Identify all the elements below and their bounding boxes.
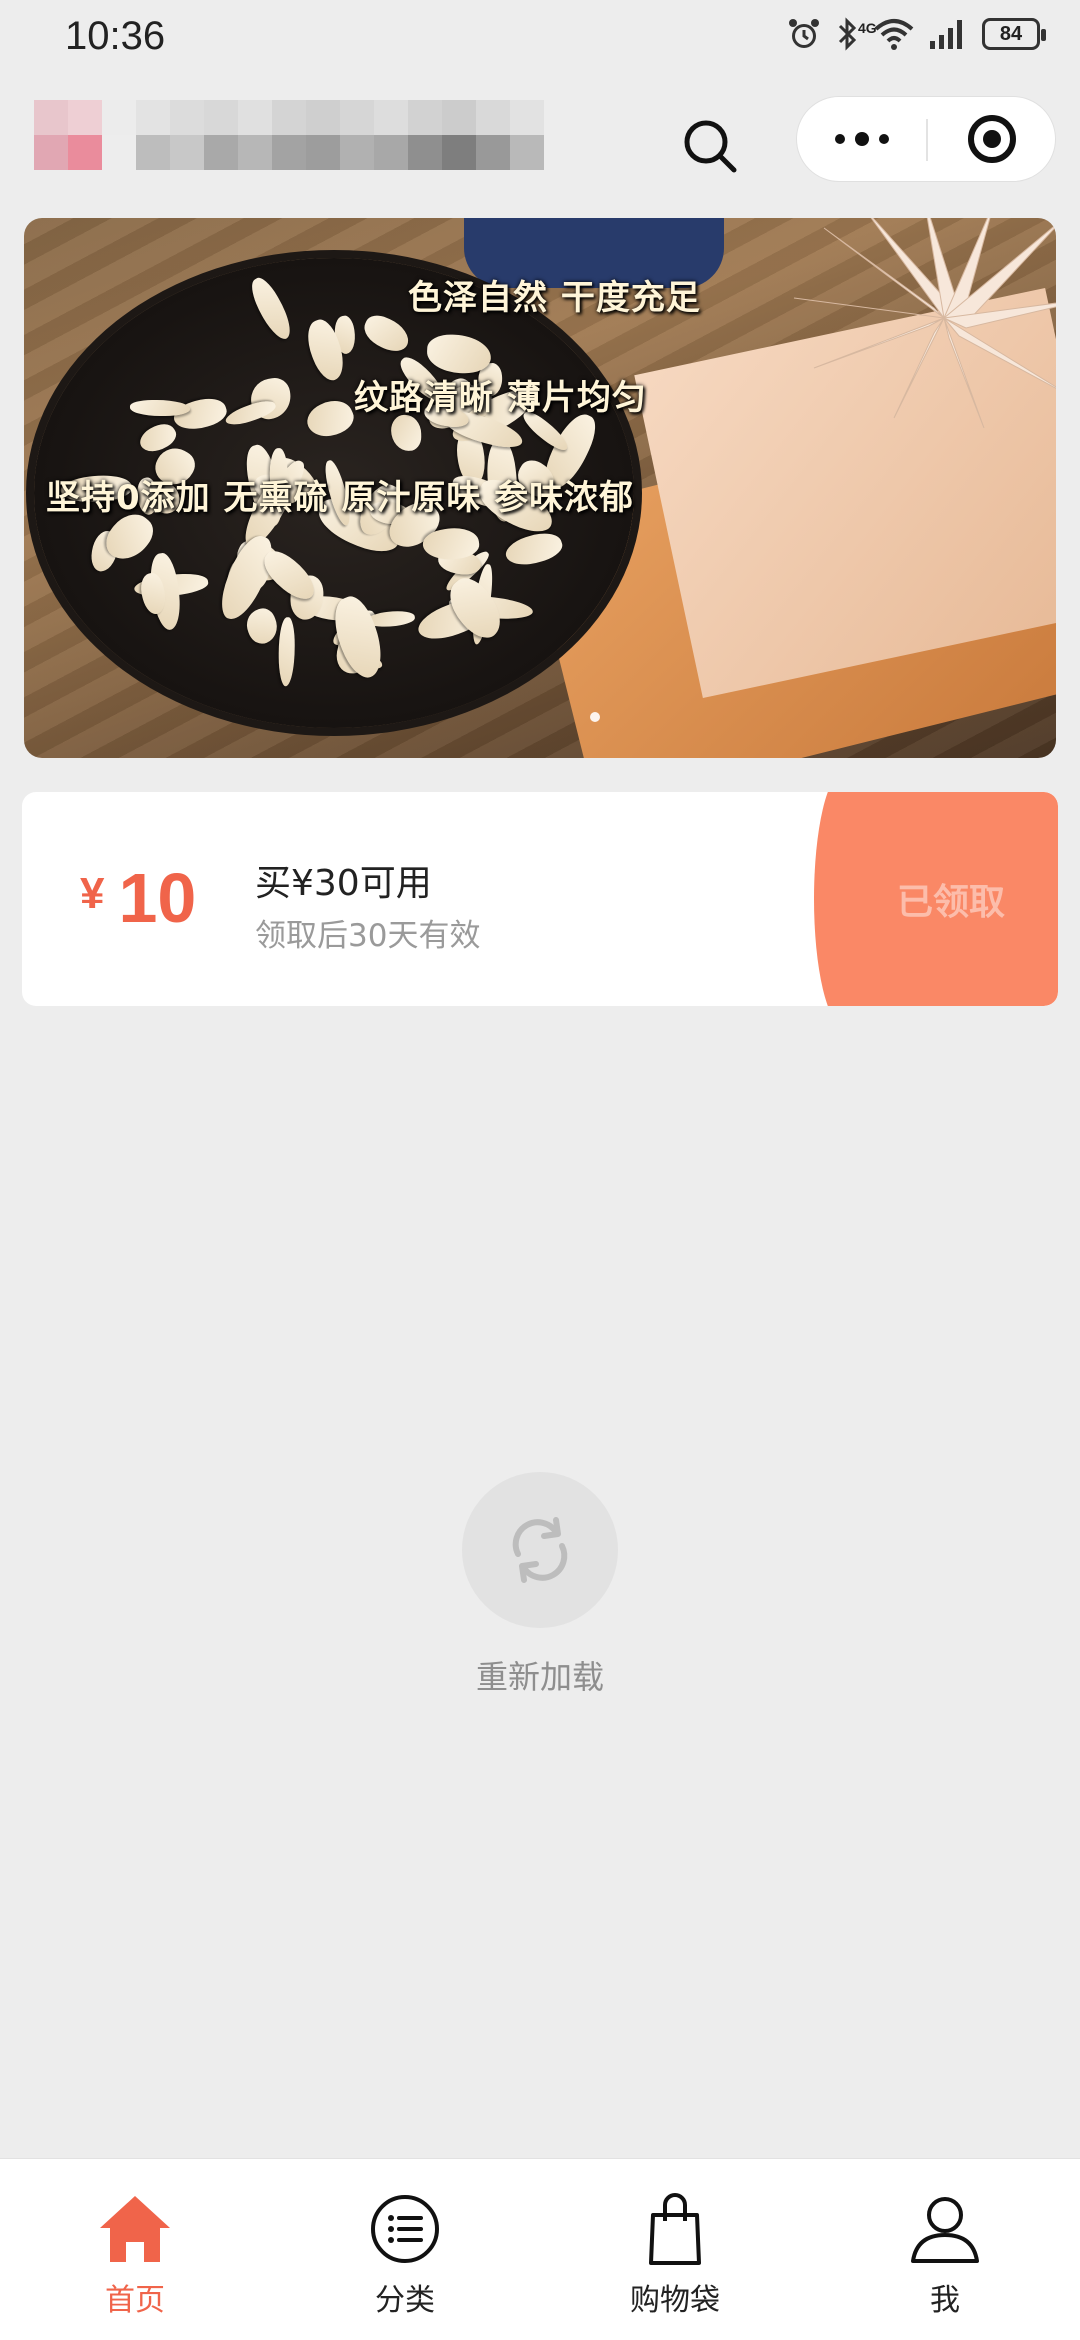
alarm-icon xyxy=(789,19,819,48)
coupon-validity: 领取后30天有效 xyxy=(255,918,481,954)
home-icon xyxy=(95,2189,175,2269)
brand-blur-pixel xyxy=(442,135,476,170)
coupon-amount: ¥ 10 xyxy=(80,858,196,938)
target-close-icon xyxy=(968,115,1016,163)
brand-blur-pixel xyxy=(136,100,170,135)
tab-me[interactable]: 我 xyxy=(810,2159,1080,2340)
banner-caption-1: 色泽自然 干度充足 xyxy=(408,278,701,318)
coupon-claim-label: 已领取 xyxy=(896,882,1005,923)
brand-blur-pixel xyxy=(476,135,510,170)
header-bar xyxy=(0,96,1080,196)
brand-blur-pixel xyxy=(374,100,408,135)
tab-shopping-bag[interactable]: 购物袋 xyxy=(540,2159,810,2340)
wifi-icon xyxy=(874,19,914,50)
brand-blur-pixel xyxy=(34,135,68,170)
tab-category-label: 分类 xyxy=(375,2283,435,2318)
reload-button[interactable] xyxy=(462,1472,618,1628)
brand-blur-pixel xyxy=(408,135,442,170)
brand-blur-pixel xyxy=(340,135,374,170)
brand-blur-pixel xyxy=(476,100,510,135)
brand-blur-pixel xyxy=(272,100,306,135)
bottom-tab-bar: 首页 分类 购物袋 我 xyxy=(0,2158,1080,2340)
brand-blur-pixel xyxy=(238,100,272,135)
banner-caption-2: 纹路清晰 薄片均匀 xyxy=(354,378,647,418)
battery-level: 84 xyxy=(999,22,1023,45)
brand-blur-pixel xyxy=(102,135,136,170)
brand-blur-pixel xyxy=(510,100,544,135)
tab-shopping-bag-label: 购物袋 xyxy=(630,2283,720,2318)
signal-icon xyxy=(930,20,962,49)
brand-blur-pixel xyxy=(340,100,374,135)
coupon-claim-button[interactable]: 已领取 xyxy=(814,792,1058,1006)
brand-blur-pixel xyxy=(170,135,204,170)
product-banner[interactable]: 色泽自然 干度充足 纹路清晰 薄片均匀 坚持0添加 无熏硫 原汁原味 参味浓郁 xyxy=(24,218,1056,758)
tab-category[interactable]: 分类 xyxy=(270,2159,540,2340)
status-bar: 10:36 4G 84 xyxy=(0,0,1080,80)
brand-blur-pixel xyxy=(306,100,340,135)
brand-blur-pixel xyxy=(408,100,442,135)
brand-blur-pixel xyxy=(204,135,238,170)
coupon-condition: 买¥30可用 xyxy=(255,863,432,904)
brand-logo-blurred xyxy=(34,100,544,170)
bluetooth-icon xyxy=(838,17,857,51)
brand-blur-pixel xyxy=(272,135,306,170)
brand-blur-pixel xyxy=(68,135,102,170)
person-icon xyxy=(905,2189,985,2269)
banner-page-indicator xyxy=(590,712,600,722)
tab-me-label: 我 xyxy=(930,2283,960,2318)
coupon-currency: ¥ xyxy=(80,869,105,918)
brand-blur-pixel xyxy=(68,100,102,135)
brand-blur-pixel xyxy=(442,100,476,135)
brand-blur-pixel xyxy=(136,135,170,170)
brand-blur-pixel xyxy=(510,135,544,170)
brand-blur-pixel xyxy=(374,135,408,170)
coupon-value: 10 xyxy=(118,859,197,937)
more-button[interactable] xyxy=(797,97,927,181)
more-dots-icon xyxy=(835,132,889,146)
list-icon xyxy=(365,2189,445,2269)
tab-home[interactable]: 首页 xyxy=(0,2159,270,2340)
search-icon xyxy=(684,120,737,173)
brand-blur-pixel xyxy=(34,100,68,135)
status-time: 10:36 xyxy=(65,14,166,58)
brand-blur-pixel xyxy=(204,100,238,135)
coupon-card: ¥ 10 买¥30可用 领取后30天有效 已领取 xyxy=(22,792,1058,1006)
search-button[interactable] xyxy=(680,116,740,176)
brand-blur-pixel xyxy=(306,135,340,170)
tab-home-label: 首页 xyxy=(105,2283,165,2318)
close-button[interactable] xyxy=(928,97,1056,181)
brand-blur-pixel xyxy=(170,100,204,135)
brand-blur-pixel xyxy=(238,135,272,170)
refresh-icon xyxy=(512,1517,568,1583)
reload-label: 重新加载 xyxy=(475,1658,604,1696)
status-icons: 84 xyxy=(786,16,1046,52)
banner-caption-3: 坚持0添加 无熏硫 原汁原味 参味浓郁 xyxy=(46,478,635,518)
capsule-menu xyxy=(796,96,1056,182)
banner-flower xyxy=(793,218,1056,428)
battery-icon: 84 xyxy=(982,18,1046,50)
brand-blur-pixel xyxy=(102,100,136,135)
shopping-bag-icon xyxy=(635,2189,715,2269)
